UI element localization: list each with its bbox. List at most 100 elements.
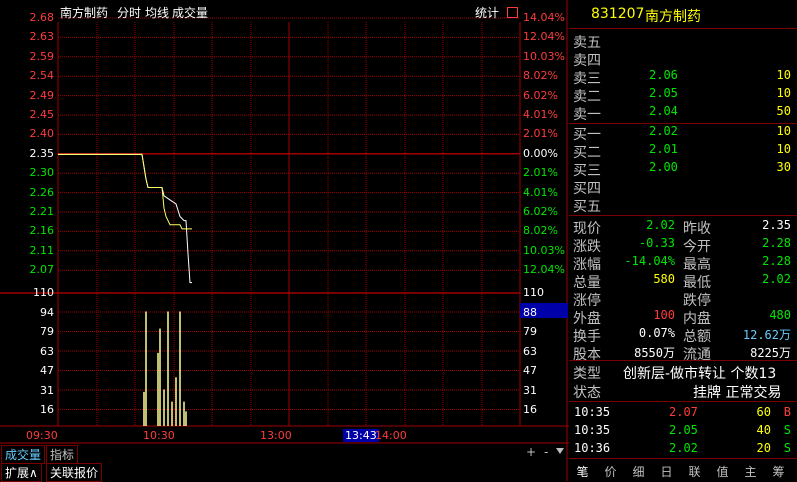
stat-value: -0.33	[638, 236, 675, 250]
book-level-label: 卖一	[573, 107, 601, 123]
buy-level-row[interactable]: 买五	[569, 196, 797, 215]
stat-row: 总量 580 最低 2.02	[569, 272, 797, 291]
quote-title: 831207 南方制药	[569, 6, 797, 26]
chart-stock-name: 南方制药	[60, 6, 109, 20]
right-tab[interactable]: 值	[709, 463, 736, 480]
time-cursor-label: 13:43	[343, 429, 379, 442]
trade-row: 10:36 2.02 20 S	[569, 441, 797, 459]
book-level-label: 卖四	[573, 53, 601, 69]
right-tab[interactable]: 价	[597, 463, 624, 480]
zoom-in-button[interactable]: +	[526, 445, 536, 459]
trade-time: 10:35	[574, 423, 611, 437]
book-level-label: 买三	[573, 163, 601, 179]
trade-side: B	[783, 405, 791, 419]
right-tab[interactable]: 日	[653, 463, 680, 480]
stock-code: 831207	[591, 6, 645, 22]
stats-button[interactable]: 统计	[475, 4, 499, 21]
trade-side: S	[783, 441, 791, 455]
right-tab[interactable]: 细	[625, 463, 652, 480]
status-value: 挂牌 正常交易	[693, 385, 782, 401]
status-row: 状态 挂牌 正常交易	[569, 382, 797, 401]
stat-row: 外盘 100 内盘 480	[569, 308, 797, 327]
type-label: 类型	[573, 366, 601, 382]
stat-label: 总额	[683, 329, 711, 345]
volume-label[interactable]: 成交量	[172, 4, 208, 21]
book-volume: 10	[776, 86, 791, 100]
axis-tick-label: 4.01%	[523, 185, 558, 199]
axis-tick-label: 2.01%	[523, 166, 558, 180]
stat-row: 现价 2.02 昨收 2.35	[569, 218, 797, 237]
axis-tick-label: 2.63	[29, 30, 55, 44]
price-series-line	[58, 153, 192, 230]
buy-level-row[interactable]: 买四	[569, 178, 797, 197]
sell-level-row[interactable]: 卖一 2.04 50	[569, 104, 797, 123]
book-level-label: 卖五	[573, 35, 601, 51]
axis-tick-label: 2.07	[29, 263, 55, 277]
stat-row: 换手 0.07% 总额 12.62万	[569, 326, 797, 345]
zoom-out-button[interactable]: -	[544, 445, 548, 459]
axis-tick-label: 16	[523, 403, 537, 416]
right-tab[interactable]: 联	[681, 463, 708, 480]
stat-label: 涨幅	[573, 257, 601, 273]
sell-level-row[interactable]: 卖二 2.05 10	[569, 86, 797, 105]
stat-value: 12.62万	[742, 328, 791, 342]
axis-tick-label: 0.00%	[523, 146, 558, 160]
stat-value: 2.35	[762, 218, 791, 232]
time-tick-label: 14:00	[375, 429, 407, 442]
axis-tick-label: 2.30	[29, 166, 55, 180]
axis-tick-label: 4.01%	[523, 108, 558, 121]
axis-tick-label: 8.02%	[523, 69, 558, 83]
axis-tick-label: 63	[523, 344, 537, 358]
book-level-label: 卖二	[573, 89, 601, 105]
sell-level-row[interactable]: 卖四	[569, 50, 797, 69]
trade-time: 10:35	[574, 405, 611, 419]
buy-level-row[interactable]: 买二 2.01 10	[569, 142, 797, 161]
stat-value: 580	[653, 272, 675, 286]
book-price: 2.01	[649, 142, 678, 156]
buy-level-row[interactable]: 买三 2.00 30	[569, 160, 797, 179]
tab-related-quotes[interactable]: 关联报价	[46, 463, 103, 482]
stat-value: 2.02	[646, 218, 675, 232]
book-level-label: 买四	[573, 181, 601, 197]
stat-row: 涨停 跌停	[569, 290, 797, 309]
trade-price: 2.02	[669, 441, 698, 455]
right-tab[interactable]: 筹	[765, 463, 792, 480]
stat-label: 内盘	[683, 311, 711, 327]
axis-tick-label: 2.49	[29, 88, 55, 102]
tab-volume[interactable]: 成交量	[1, 445, 46, 464]
status-label: 状态	[573, 385, 601, 401]
stat-value: 0.07%	[638, 326, 675, 340]
expand-box-icon[interactable]	[507, 7, 518, 18]
chevron-down-icon[interactable]	[556, 448, 564, 454]
intraday-chart[interactable]	[0, 0, 569, 481]
axis-tick-label: 12.04%	[523, 30, 565, 44]
axis-tick-label: 10.03%	[523, 243, 565, 257]
panel-separator	[569, 215, 797, 216]
stat-value: 2.28	[762, 236, 791, 250]
book-price: 2.04	[649, 104, 678, 118]
tab-expand[interactable]: 扩展∧	[1, 463, 42, 482]
axis-tick-label: 94	[40, 305, 54, 319]
sell-level-row[interactable]: 卖三 2.06 10	[569, 68, 797, 87]
trade-side: S	[783, 423, 791, 437]
period-label[interactable]: 分时	[117, 4, 141, 21]
right-tab[interactable]: 笔	[569, 463, 596, 480]
stat-label: 昨收	[683, 221, 711, 237]
axis-tick-label: 2.54	[29, 69, 55, 83]
tab-indicator[interactable]: 指标	[46, 445, 79, 464]
type-row: 类型 创新层-做市转让 个数13	[569, 363, 797, 382]
right-tab[interactable]: 主	[737, 463, 764, 480]
stat-label: 流通	[683, 347, 711, 363]
sell-level-row[interactable]: 卖五	[569, 32, 797, 51]
axis-tick-label: 79	[40, 325, 54, 338]
avg-line-label[interactable]: 均线	[145, 4, 169, 21]
stat-label: 现价	[573, 221, 601, 237]
buy-level-row[interactable]: 买一 2.02 10	[569, 124, 797, 143]
stat-label: 今开	[683, 239, 711, 255]
book-price: 2.06	[649, 68, 678, 82]
book-volume: 10	[776, 68, 791, 82]
time-tick-label: 13:00	[260, 429, 292, 442]
stat-label: 最低	[683, 275, 711, 291]
trade-volume: 60	[756, 405, 771, 419]
stat-label: 涨停	[573, 293, 601, 309]
